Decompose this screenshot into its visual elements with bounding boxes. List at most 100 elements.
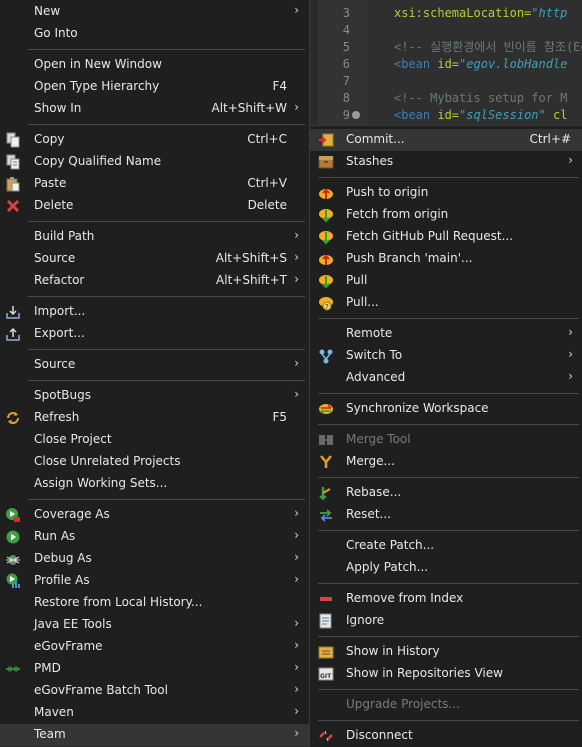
menu-item-copy[interactable]: Copy Ctrl+C	[0, 129, 309, 151]
menu-item-team[interactable]: Team ›	[0, 724, 309, 746]
menu-item-stashes[interactable]: Stashes ›	[310, 151, 582, 173]
menu-item-source[interactable]: Source Alt+Shift+S ›	[0, 248, 309, 270]
menu-item-debug-as[interactable]: Debug As ›	[0, 548, 309, 570]
menu-item-label: Debug As	[34, 551, 92, 565]
menu-item-open-type-hierarchy[interactable]: Open Type Hierarchy F4	[0, 76, 309, 98]
import-icon	[5, 304, 21, 320]
menu-separator	[28, 124, 305, 125]
menu-item-java-ee-tools[interactable]: Java EE Tools ›	[0, 614, 309, 636]
menu-item-profile-as[interactable]: Profile As ›	[0, 570, 309, 592]
menu-item-assign-working-sets[interactable]: Assign Working Sets...	[0, 473, 309, 495]
submenu-arrow-icon: ›	[294, 100, 299, 114]
menu-item-delete[interactable]: Delete Delete	[0, 195, 309, 217]
editor-line: 9 <bean id="sqlSession" cl	[318, 107, 582, 123]
menu-item-ignore[interactable]: Ignore	[310, 610, 582, 632]
menu-item-label: Copy Qualified Name	[34, 154, 162, 168]
menu-separator	[28, 49, 305, 50]
shortcut-label: Alt+Shift+W	[211, 101, 288, 115]
menu-item-label: Profile As	[34, 573, 90, 587]
menu-item-label: Java EE Tools	[34, 617, 112, 631]
menu-item-build-path[interactable]: Build Path ›	[0, 226, 309, 248]
menu-item-egovframe[interactable]: eGovFrame ›	[0, 636, 309, 658]
menu-item-commit[interactable]: Commit... Ctrl+#	[310, 129, 582, 151]
menu-item-open-in-new-window[interactable]: Open in New Window	[0, 54, 309, 76]
submenu-arrow-icon: ›	[294, 272, 299, 286]
menu-item-disconnect[interactable]: Disconnect	[310, 725, 582, 747]
menu-item-show-in[interactable]: Show In Alt+Shift+W ›	[0, 98, 309, 120]
shortcut-label: Alt+Shift+S	[215, 251, 287, 265]
menu-item-remove-from-index[interactable]: Remove from Index	[310, 588, 582, 610]
menu-item-push-branch[interactable]: Push Branch 'main'...	[310, 248, 582, 270]
menu-item-reset[interactable]: Reset...	[310, 504, 582, 526]
menu-item-remote[interactable]: Remote ›	[310, 323, 582, 345]
menu-item-restore-from-local-history[interactable]: Restore from Local History...	[0, 592, 309, 614]
menu-item-source-submenu[interactable]: Source ›	[0, 354, 309, 376]
code-string: "egov.lobHandle	[459, 57, 568, 71]
editor-line: 5 <!-- 실행환경에서 빈이름 참조(Ego	[318, 39, 582, 55]
menu-item-switch-to[interactable]: Switch To ›	[310, 345, 582, 367]
menu-item-run-as[interactable]: Run As ›	[0, 526, 309, 548]
menu-item-label: Upgrade Projects...	[346, 697, 460, 711]
code-attribute: id=	[437, 108, 460, 122]
pull-dialog-icon: ?	[318, 295, 334, 311]
menu-item-advanced[interactable]: Advanced ›	[310, 367, 582, 389]
menu-item-export[interactable]: Export...	[0, 323, 309, 345]
submenu-arrow-icon: ›	[294, 638, 299, 652]
menu-item-label: Run As	[34, 529, 76, 543]
menu-separator	[318, 636, 579, 637]
menu-item-label: Assign Working Sets...	[34, 476, 168, 490]
menu-item-fetch-from-origin[interactable]: Fetch from origin	[310, 204, 582, 226]
copy-qualified-name-icon	[5, 154, 21, 170]
menu-item-refresh[interactable]: Refresh F5	[0, 407, 309, 429]
menu-item-spotbugs[interactable]: SpotBugs ›	[0, 385, 309, 407]
editor-line: 8 <!-- Mybatis setup for M	[318, 90, 582, 106]
submenu-arrow-icon: ›	[568, 347, 573, 361]
menu-item-copy-qualified-name[interactable]: Copy Qualified Name	[0, 151, 309, 173]
menu-item-pull[interactable]: Pull	[310, 270, 582, 292]
menu-separator	[28, 380, 305, 381]
menu-item-merge-tool[interactable]: Merge Tool	[310, 429, 582, 451]
submenu-arrow-icon: ›	[294, 726, 299, 740]
menu-item-refactor[interactable]: Refactor Alt+Shift+T ›	[0, 270, 309, 292]
menu-item-apply-patch[interactable]: Apply Patch...	[310, 557, 582, 579]
menu-item-upgrade-projects[interactable]: Upgrade Projects...	[310, 694, 582, 716]
menu-item-paste[interactable]: Paste Ctrl+V	[0, 173, 309, 195]
menu-item-synchronize-workspace[interactable]: Synchronize Workspace	[310, 398, 582, 420]
menu-item-push-to-origin[interactable]: Push to origin	[310, 182, 582, 204]
menu-item-import[interactable]: Import...	[0, 301, 309, 323]
run-icon	[5, 529, 21, 545]
menu-item-label: Paste	[34, 176, 67, 190]
submenu-arrow-icon: ›	[294, 250, 299, 264]
fetch-pull-request-icon	[318, 229, 334, 245]
menu-item-label: Show in Repositories View	[346, 666, 503, 680]
submenu-arrow-icon: ›	[294, 387, 299, 401]
menu-item-create-patch[interactable]: Create Patch...	[310, 535, 582, 557]
copy-icon	[5, 132, 21, 148]
menu-item-show-in-repositories-view[interactable]: GIT Show in Repositories View	[310, 663, 582, 685]
menu-item-label: Ignore	[346, 613, 385, 627]
menu-item-egovframe-batch-tool[interactable]: eGovFrame Batch Tool ›	[0, 680, 309, 702]
team-submenu: Commit... Ctrl+# Stashes › Push to origi…	[309, 125, 582, 747]
menu-item-fetch-github-pull-request[interactable]: Fetch GitHub Pull Request...	[310, 226, 582, 248]
menu-item-maven[interactable]: Maven ›	[0, 702, 309, 724]
fold-marker-icon[interactable]	[352, 111, 360, 119]
submenu-arrow-icon: ›	[294, 356, 299, 370]
menu-separator	[318, 424, 579, 425]
menu-item-close-project[interactable]: Close Project	[0, 429, 309, 451]
menu-item-pmd[interactable]: PMD ›	[0, 658, 309, 680]
history-icon	[318, 644, 334, 660]
switch-branch-icon	[318, 348, 334, 364]
menu-item-show-in-history[interactable]: Show in History	[310, 641, 582, 663]
export-icon	[5, 326, 21, 342]
editor-line: 3 xsi:schemaLocation="http	[318, 5, 582, 21]
menu-item-coverage-as[interactable]: Coverage As ›	[0, 504, 309, 526]
menu-item-label: Pull...	[346, 295, 379, 309]
menu-item-pull-dialog[interactable]: ? Pull...	[310, 292, 582, 314]
menu-item-label: Push to origin	[346, 185, 429, 199]
menu-item-new[interactable]: New ›	[0, 1, 309, 23]
menu-item-go-into[interactable]: Go Into	[0, 23, 309, 45]
menu-item-rebase[interactable]: Rebase...	[310, 482, 582, 504]
menu-item-close-unrelated-projects[interactable]: Close Unrelated Projects	[0, 451, 309, 473]
menu-separator	[28, 499, 305, 500]
menu-item-merge[interactable]: Merge...	[310, 451, 582, 473]
